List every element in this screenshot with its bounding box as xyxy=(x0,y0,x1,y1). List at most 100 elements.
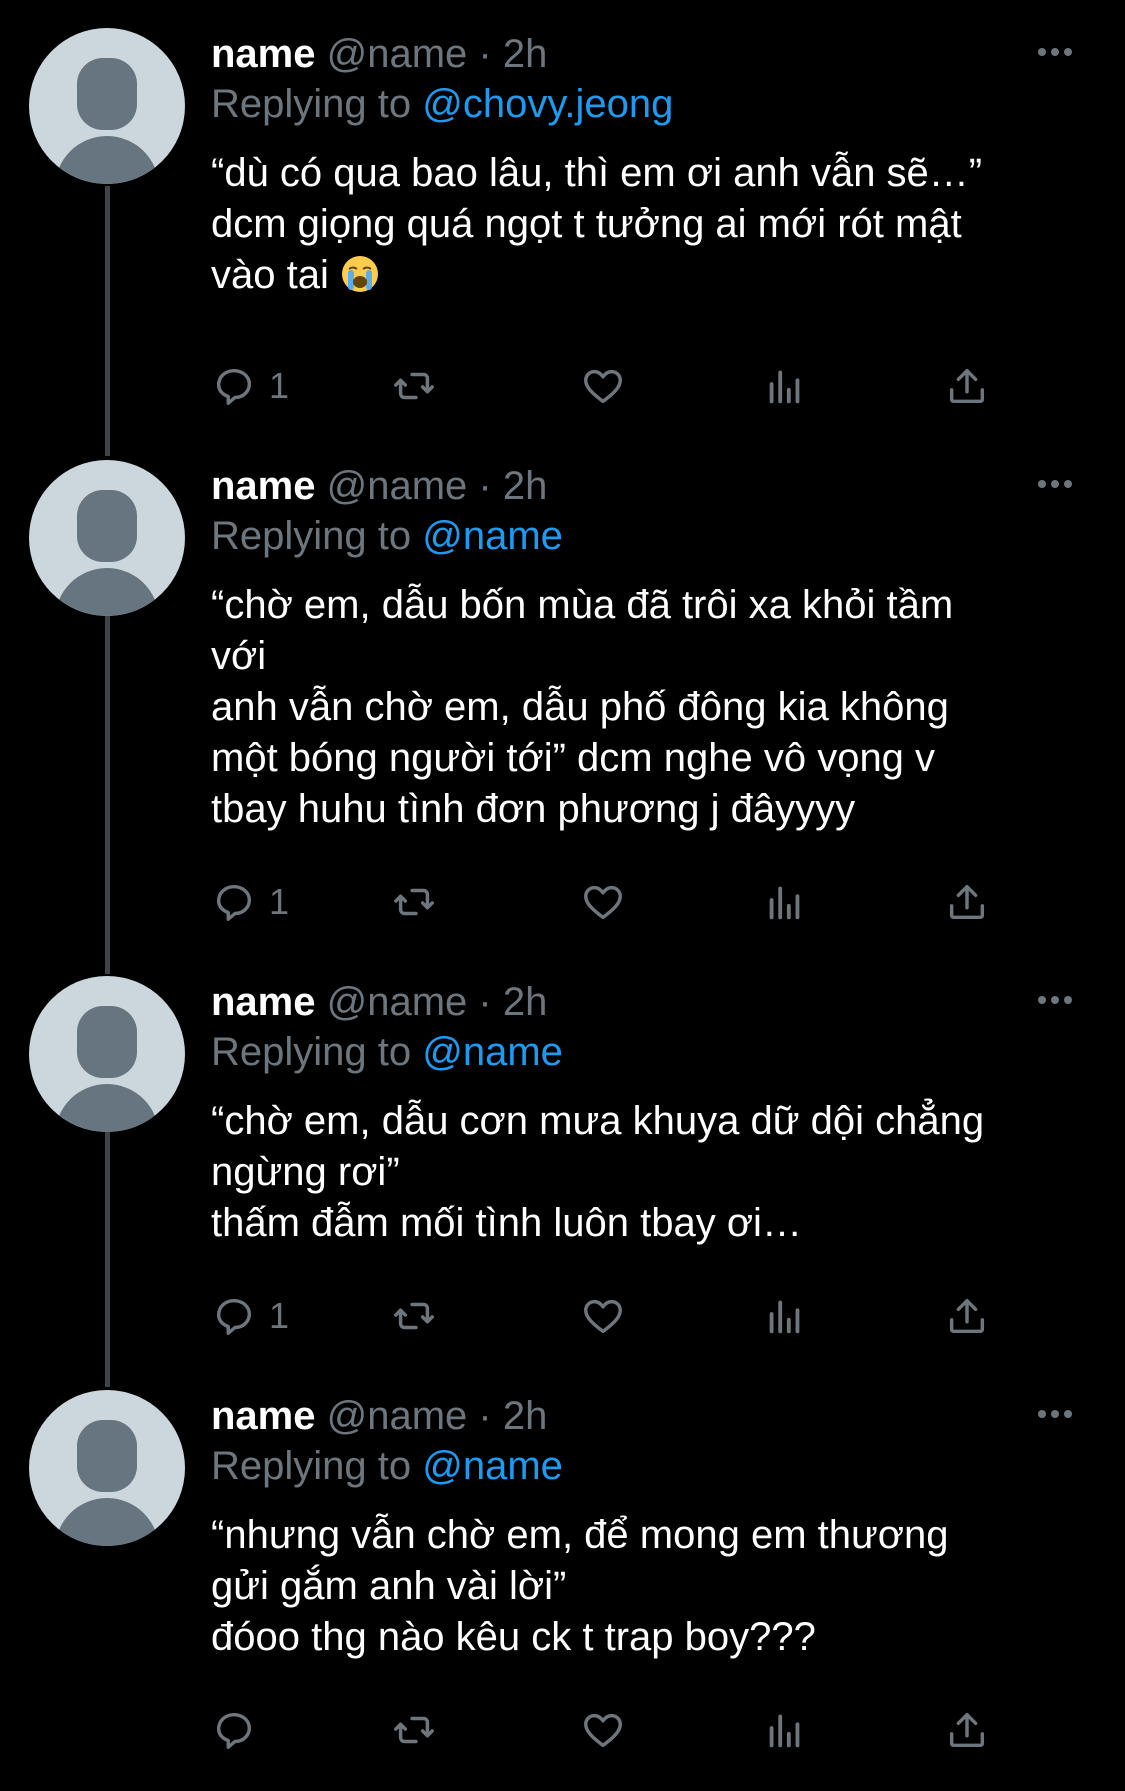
avatar-body-shape xyxy=(55,1084,159,1132)
avatar[interactable] xyxy=(29,460,185,616)
reply-icon xyxy=(216,1712,252,1749)
replying-to-label: Replying to xyxy=(211,514,412,558)
analytics-button[interactable] xyxy=(762,874,808,930)
replying-to-label: Replying to xyxy=(211,82,412,126)
tweet[interactable]: name @name · 2h Replying to @chovy.jeong… xyxy=(0,0,1125,430)
separator-dot: · xyxy=(478,32,492,76)
replying-to-line: Replying to @name xyxy=(211,1028,563,1076)
analytics-button[interactable] xyxy=(762,1288,808,1344)
tweet-actions: 1 xyxy=(211,874,1011,930)
retweet-icon xyxy=(394,1716,434,1744)
tweet-text: “dù có qua bao lâu, thì em ơi anh vẫn sẽ… xyxy=(211,148,1081,301)
more-icon[interactable] xyxy=(1030,980,1080,1020)
tweet[interactable]: name @name · 2h Replying to @name “nhưng… xyxy=(0,1362,1125,1791)
tweet-header: name @name · 2h xyxy=(211,30,547,78)
avatar-head-shape xyxy=(77,490,137,562)
share-button[interactable] xyxy=(944,1702,990,1758)
mention-link[interactable]: @name xyxy=(422,1030,563,1074)
heart-icon xyxy=(584,1713,622,1748)
analytics-button[interactable] xyxy=(762,358,808,414)
separator-dot: · xyxy=(478,1394,492,1438)
reply-button[interactable]: 1 xyxy=(211,358,289,414)
analytics-icon xyxy=(769,1714,800,1748)
avatar-head-shape xyxy=(77,1006,137,1078)
share-icon xyxy=(949,884,985,920)
share-icon xyxy=(949,1712,985,1748)
replying-to-line: Replying to @chovy.jeong xyxy=(211,80,673,128)
tweet-actions: 1 xyxy=(211,1288,1011,1344)
share-button[interactable] xyxy=(944,1288,990,1344)
tweet-text: “chờ em, dẫu cơn mưa khuya dữ dội chẳng … xyxy=(211,1099,985,1245)
avatar-body-shape xyxy=(55,568,159,616)
reply-count: 1 xyxy=(269,1295,290,1336)
like-button[interactable] xyxy=(580,1702,626,1758)
more-icon[interactable] xyxy=(1030,464,1080,504)
mention-link[interactable]: @name xyxy=(422,514,563,558)
timestamp[interactable]: 2h xyxy=(503,980,548,1024)
analytics-icon xyxy=(769,886,800,920)
mention-link[interactable]: @name xyxy=(422,1444,563,1488)
display-name[interactable]: name xyxy=(211,464,316,508)
more-icon[interactable] xyxy=(1030,1394,1080,1434)
retweet-button[interactable] xyxy=(391,358,437,414)
user-handle[interactable]: @name xyxy=(327,980,468,1024)
retweet-icon xyxy=(394,372,434,400)
share-icon xyxy=(949,1298,985,1334)
avatar-head-shape xyxy=(77,58,137,130)
heart-icon xyxy=(584,885,622,920)
like-button[interactable] xyxy=(580,1288,626,1344)
timestamp[interactable]: 2h xyxy=(503,464,548,508)
analytics-icon xyxy=(769,1300,800,1334)
retweet-button[interactable] xyxy=(391,1288,437,1344)
replying-to-line: Replying to @name xyxy=(211,512,563,560)
heart-icon xyxy=(584,1299,622,1334)
mention-link[interactable]: @chovy.jeong xyxy=(422,82,673,126)
reply-count: 1 xyxy=(269,881,290,922)
avatar[interactable] xyxy=(29,1390,185,1546)
tweet-header: name @name · 2h xyxy=(211,978,547,1026)
reply-button[interactable]: 1 xyxy=(211,874,289,930)
reply-count: 1 xyxy=(269,365,290,406)
tweet-actions: 1 xyxy=(211,358,1011,414)
analytics-button[interactable] xyxy=(762,1702,808,1758)
tweet-text: “nhưng vẫn chờ em, để mong em thương gửi… xyxy=(211,1513,949,1659)
separator-dot: · xyxy=(478,980,492,1024)
avatar[interactable] xyxy=(29,28,185,184)
user-handle[interactable]: @name xyxy=(327,1394,468,1438)
timestamp[interactable]: 2h xyxy=(503,1394,548,1438)
reply-button[interactable]: 1 xyxy=(211,1288,289,1344)
replying-to-label: Replying to xyxy=(211,1030,412,1074)
avatar-body-shape xyxy=(55,1498,159,1546)
reply-icon xyxy=(216,368,252,405)
retweet-button[interactable] xyxy=(391,874,437,930)
share-button[interactable] xyxy=(944,358,990,414)
share-button[interactable] xyxy=(944,874,990,930)
tweet-header: name @name · 2h xyxy=(211,462,547,510)
user-handle[interactable]: @name xyxy=(327,32,468,76)
timestamp[interactable]: 2h xyxy=(503,32,548,76)
reply-icon xyxy=(216,884,252,921)
like-button[interactable] xyxy=(580,874,626,930)
separator-dot: · xyxy=(478,464,492,508)
retweet-button[interactable] xyxy=(391,1702,437,1758)
like-button[interactable] xyxy=(580,358,626,414)
avatar[interactable] xyxy=(29,976,185,1132)
avatar-body-shape xyxy=(55,136,159,184)
tweet[interactable]: name @name · 2h Replying to @name “chờ e… xyxy=(0,432,1125,946)
replying-to-line: Replying to @name xyxy=(211,1442,563,1490)
avatar-head-shape xyxy=(77,1420,137,1492)
user-handle[interactable]: @name xyxy=(327,464,468,508)
tweet[interactable]: name @name · 2h Replying to @name “chờ e… xyxy=(0,948,1125,1360)
tweet-text-content: “dù có qua bao lâu, thì em ơi anh vẫn sẽ… xyxy=(211,151,983,297)
tweet-header: name @name · 2h xyxy=(211,1392,547,1440)
tweet-text: “chờ em, dẫu bốn mùa đã trôi xa khỏi tầm… xyxy=(211,583,954,831)
heart-icon xyxy=(584,369,622,404)
reply-button[interactable] xyxy=(211,1702,269,1758)
display-name[interactable]: name xyxy=(211,980,316,1024)
tweet-actions xyxy=(211,1702,1011,1758)
display-name[interactable]: name xyxy=(211,1394,316,1438)
more-icon[interactable] xyxy=(1030,32,1080,72)
replying-to-label: Replying to xyxy=(211,1444,412,1488)
analytics-icon xyxy=(769,370,800,404)
display-name[interactable]: name xyxy=(211,32,316,76)
